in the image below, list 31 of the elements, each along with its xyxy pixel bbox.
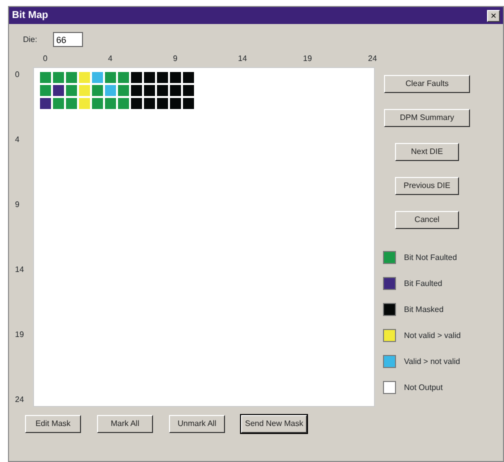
legend-label: Bit Faulted (404, 278, 442, 290)
axis-label: 24 (368, 53, 377, 65)
legend-label: Bit Not Faulted (404, 252, 457, 264)
axis-label: 9 (15, 199, 20, 211)
close-button[interactable]: × (487, 10, 500, 22)
die-label: Die: (23, 34, 38, 46)
axis-label: 9 (173, 53, 178, 65)
dialog-button[interactable]: Mark All (97, 415, 153, 433)
legend-label: Bit Masked (404, 304, 444, 316)
legend-label: Valid > not valid (404, 356, 460, 368)
die-field[interactable]: 66 (53, 32, 84, 47)
dialog-button[interactable]: Unmark All (169, 415, 225, 433)
axis-label: 4 (15, 134, 20, 146)
axis-label: 19 (15, 329, 24, 341)
dialog-button[interactable]: Next DIE (395, 143, 459, 161)
axis-label: 24 (15, 394, 24, 406)
dialog-button[interactable]: Previous DIE (395, 177, 459, 195)
dialog-button[interactable]: Clear Faults (384, 75, 470, 93)
axis-label: 0 (43, 53, 48, 65)
axis-label: 19 (303, 53, 312, 65)
axis-label: 0 (15, 69, 20, 81)
axis-label: 4 (108, 53, 112, 65)
dialog-button[interactable]: DPM Summary (384, 109, 470, 127)
axis-label: 14 (15, 264, 24, 276)
dialog-button[interactable]: Cancel (395, 211, 459, 229)
dialog-button[interactable]: Send New Mask (241, 415, 308, 433)
dialog-button[interactable]: Edit Mask (25, 415, 81, 433)
legend-label: Not valid > valid (404, 330, 461, 342)
legend-label: Not Output (404, 382, 443, 394)
axis-label: 14 (238, 53, 247, 65)
window-title: Bit Map (12, 9, 48, 23)
